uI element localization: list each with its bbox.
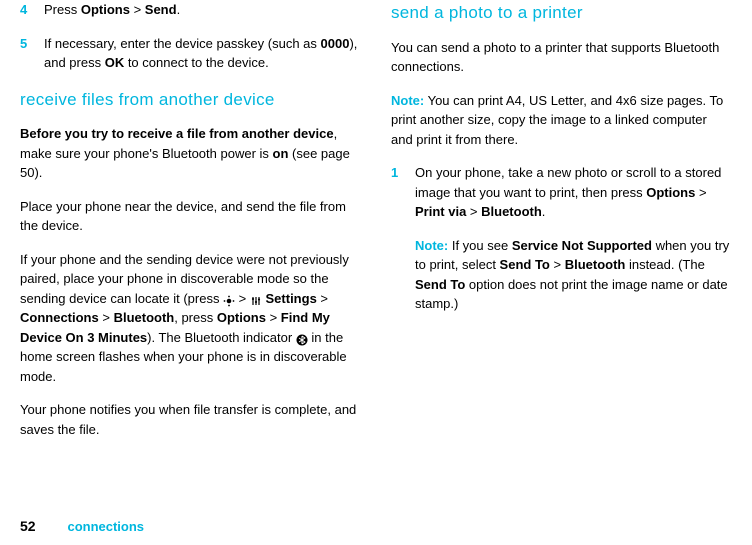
step-number: 5 [20,34,44,73]
on-label: on [273,146,289,161]
step-5: 5 If necessary, enter the device passkey… [20,34,361,73]
step-number: 4 [20,0,44,20]
send-label: Send [145,2,177,17]
center-key-icon [223,293,235,305]
sendto-label: Send To [415,277,465,292]
text: . [177,2,181,17]
step-number: 1 [391,163,415,328]
note-label: Note: [415,238,448,253]
options-label: Options [81,2,130,17]
text: > [130,2,145,17]
paragraph: Note: If you see Service Not Supported w… [415,236,732,314]
page-footer: 52 connections [20,516,144,537]
code-label: 0000 [321,36,350,51]
text: > [317,291,328,306]
bluetooth-label: Bluetooth [481,204,542,219]
section-heading-receive: receive files from another device [20,87,361,113]
text: Press [44,2,81,17]
paragraph: If your phone and the sending device wer… [20,250,361,387]
paragraph: On your phone, take a new photo or scrol… [415,163,732,222]
options-label: Options [217,310,266,325]
bluetooth-indicator-icon [296,332,308,344]
left-column: 4 Press Options > Send. 5 If necessary, … [20,0,361,453]
text: > [266,310,281,325]
step-body: Press Options > Send. [44,0,361,20]
paragraph: You can send a photo to a printer that s… [391,38,732,77]
note-label: Note: [391,93,424,108]
text: You can print A4, US Letter, and 4x6 siz… [391,93,723,147]
paragraph: Note: You can print A4, US Letter, and 4… [391,91,732,150]
text: to connect to the device. [124,55,269,70]
paragraph: Your phone notifies you when file transf… [20,400,361,439]
text: . [542,204,546,219]
printvia-label: Print via [415,204,466,219]
settings-label: Settings [266,291,317,306]
step-body: If necessary, enter the device passkey (… [44,34,361,73]
sendto-label: Send To [500,257,550,272]
text: > [550,257,565,272]
paragraph: Before you try to receive a file from an… [20,124,361,183]
page-number: 52 [20,518,36,534]
paragraph: Place your phone near the device, and se… [20,197,361,236]
section-heading-printer: send a photo to a printer [391,0,732,26]
text: , press [174,310,217,325]
text: > [99,310,114,325]
step-body: On your phone, take a new photo or scrol… [415,163,732,328]
text: > [695,185,706,200]
text: > [235,291,250,306]
text: ). The Bluetooth indicator [147,330,296,345]
bluetooth-label: Bluetooth [565,257,626,272]
text: instead. (The [625,257,705,272]
right-column: send a photo to a printer You can send a… [391,0,732,453]
step-4: 4 Press Options > Send. [20,0,361,20]
settings-icon [250,293,262,305]
service-not-supported-label: Service Not Supported [512,238,652,253]
connections-label: Connections [20,310,99,325]
bluetooth-label: Bluetooth [114,310,175,325]
ok-label: OK [105,55,125,70]
step-1: 1 On your phone, take a new photo or scr… [391,163,732,328]
text: If you see [448,238,512,253]
footer-section-label: connections [67,519,144,534]
bold-text: Before you try to receive a file from an… [20,126,334,141]
options-label: Options [646,185,695,200]
text: If necessary, enter the device passkey (… [44,36,321,51]
text: > [466,204,481,219]
